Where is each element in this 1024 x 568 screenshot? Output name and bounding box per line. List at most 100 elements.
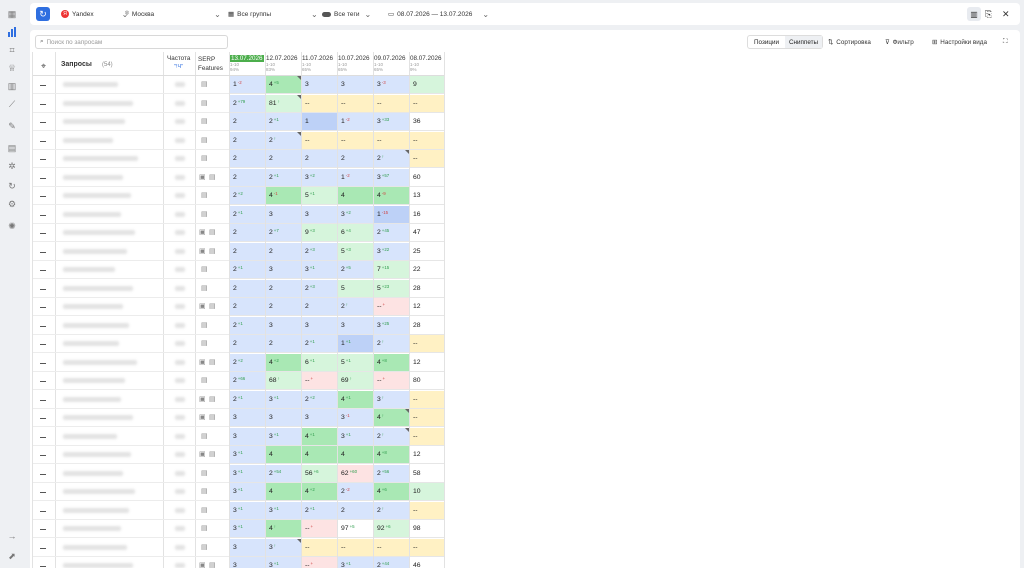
query-text-redacted[interactable] (63, 470, 123, 476)
position-cell[interactable]: 2 +2 (302, 390, 337, 409)
search-input[interactable]: ⌕ Поиск по запросам (35, 35, 228, 49)
row-menu-dash[interactable] (40, 473, 46, 475)
position-cell[interactable]: 2 (230, 279, 265, 298)
row-menu-dash[interactable] (40, 288, 46, 290)
position-cell[interactable]: 58 (410, 464, 444, 483)
queries-header[interactable]: Запросы (61, 61, 92, 68)
position-cell[interactable]: 3 (266, 409, 301, 427)
snippets-tab[interactable]: Сниппеты (785, 36, 822, 48)
date-column-header[interactable]: 09.07.2026 1-10 65% (374, 55, 406, 72)
position-cell[interactable]: 98 (410, 520, 444, 538)
position-cell[interactable]: 3 +1 (266, 557, 301, 568)
position-cell[interactable]: 4 +8 (374, 446, 409, 464)
position-cell[interactable]: -- (410, 501, 444, 520)
position-cell[interactable]: 3 (266, 316, 301, 335)
groups-select[interactable]: ▦ Все группы ⌄ (228, 3, 318, 25)
sort-button[interactable]: ⇅ Сортировка (828, 36, 871, 48)
position-cell[interactable]: 4 +6 (374, 483, 409, 501)
position-cell[interactable]: 5 +23 (374, 279, 409, 298)
position-cell[interactable]: 6 +4 (338, 224, 373, 242)
position-cell[interactable]: 2 (230, 242, 265, 261)
position-cell[interactable]: -- (338, 131, 373, 150)
position-cell[interactable]: 12 (410, 298, 444, 316)
position-cell[interactable]: 16 (410, 205, 444, 224)
table-row[interactable]: ▣ ▤ 2 +2 4 +2 6 +1 5 +1 4 +8 12 (33, 353, 444, 372)
position-cell[interactable]: -- (374, 131, 409, 150)
position-cell[interactable]: 3 -3 (374, 76, 409, 94)
row-menu-dash[interactable] (40, 399, 46, 401)
position-cell[interactable]: 28 (410, 279, 444, 298)
position-cell[interactable]: 2 (266, 242, 301, 261)
position-cell[interactable]: -- (410, 409, 444, 427)
position-cell[interactable]: 25 (410, 242, 444, 261)
position-cell[interactable]: 3 ↑ (266, 538, 301, 557)
positions-tab[interactable]: Позиции (748, 36, 785, 48)
refresh-button[interactable]: ↻ (36, 3, 50, 25)
position-cell[interactable]: 12 (410, 353, 444, 372)
query-text-redacted[interactable] (63, 563, 133, 568)
position-cell[interactable]: 2 (302, 150, 337, 168)
query-text-redacted[interactable] (63, 174, 123, 180)
query-text-redacted[interactable] (63, 137, 113, 143)
date-range-select[interactable]: ▭ 08.07.2026 — 13.07.2026 ⌄ (388, 3, 489, 25)
row-menu-dash[interactable] (40, 214, 46, 216)
date-column-header[interactable]: 08.07.2026 1-10 9% (410, 55, 442, 72)
position-cell[interactable]: 2 +56 (374, 464, 409, 483)
position-cell[interactable]: 2 +79 (230, 94, 265, 113)
row-menu-dash[interactable] (40, 196, 46, 197)
position-cell[interactable]: 1 -15 (374, 205, 409, 224)
table-row[interactable]: ▤ 2 +79 81 ↑ -- -- -- -- (33, 94, 444, 113)
row-menu-dash[interactable] (40, 233, 46, 234)
frequency-subheader[interactable]: "!Ч" (174, 64, 183, 70)
view-settings-button[interactable]: ⊞ Настройки вида (932, 36, 987, 48)
structure-icon[interactable]: ⚙ (6, 198, 18, 210)
position-cell[interactable]: -- + (302, 372, 337, 390)
position-cell[interactable]: -- (410, 94, 444, 113)
table-row[interactable]: ▤ 2 +1 3 3 3 +2 1 -15 16 (33, 205, 444, 224)
row-menu-dash[interactable] (40, 140, 46, 142)
position-cell[interactable]: 4 (338, 187, 373, 205)
position-cell[interactable]: 3 -1 (338, 409, 373, 427)
position-cell[interactable]: 80 (410, 372, 444, 390)
position-cell[interactable]: -- (302, 94, 337, 113)
position-cell[interactable]: 2 +2 (230, 353, 265, 372)
row-menu-dash[interactable] (40, 529, 46, 530)
position-cell[interactable]: 2 ↑ (374, 501, 409, 520)
row-menu-dash[interactable] (40, 436, 46, 438)
position-cell[interactable]: 1 -2 (338, 113, 373, 131)
row-menu-dash[interactable] (40, 307, 46, 308)
position-cell[interactable]: 3 +1 (230, 520, 265, 538)
date-column-header[interactable]: 12.07.2026 1-10 83% (266, 55, 298, 72)
query-text-redacted[interactable] (63, 341, 119, 346)
table-row[interactable]: ▣ ▤ 3 +1 4 4 4 4 +8 12 (33, 446, 444, 464)
position-cell[interactable]: -- (410, 427, 444, 446)
position-cell[interactable]: 2 +1 (266, 113, 301, 131)
position-cell[interactable]: 3 +1 (230, 501, 265, 520)
position-cell[interactable]: 3 +1 (338, 557, 373, 568)
query-text-redacted[interactable] (63, 119, 125, 124)
region-select[interactable]: ⌾ Москва ⌄ (125, 3, 221, 25)
position-cell[interactable]: 3 +1 (230, 464, 265, 483)
position-cell[interactable]: 4 (266, 446, 301, 464)
position-cell[interactable]: 1 (302, 113, 337, 131)
position-cell[interactable]: 4 (302, 446, 337, 464)
row-menu-dash[interactable] (40, 159, 46, 160)
row-menu-dash[interactable] (40, 510, 46, 512)
position-cell[interactable]: 4 (266, 483, 301, 501)
position-cell[interactable]: 3 +1 (302, 261, 337, 279)
position-cell[interactable]: 2 (266, 298, 301, 316)
position-cell[interactable]: 3 +33 (374, 113, 409, 131)
search-engine-select[interactable]: Я Yandex ⌄ (61, 3, 128, 25)
position-cell[interactable]: 3 (266, 261, 301, 279)
position-cell[interactable]: 4 +2 (302, 483, 337, 501)
bug-icon[interactable]: ✲ (6, 160, 18, 172)
position-cell[interactable]: 1 -2 (338, 168, 373, 187)
position-cell[interactable]: 2 +1 (230, 205, 265, 224)
position-cell[interactable]: -- (410, 150, 444, 168)
position-cell[interactable]: -- (374, 538, 409, 557)
position-cell[interactable]: 2 +5 (338, 261, 373, 279)
position-cell[interactable]: 13 (410, 187, 444, 205)
position-cell[interactable]: 4 ↑ (266, 520, 301, 538)
position-cell[interactable]: 81 ↑ (266, 94, 301, 113)
tools-button[interactable]: ✕ (1002, 3, 1010, 25)
